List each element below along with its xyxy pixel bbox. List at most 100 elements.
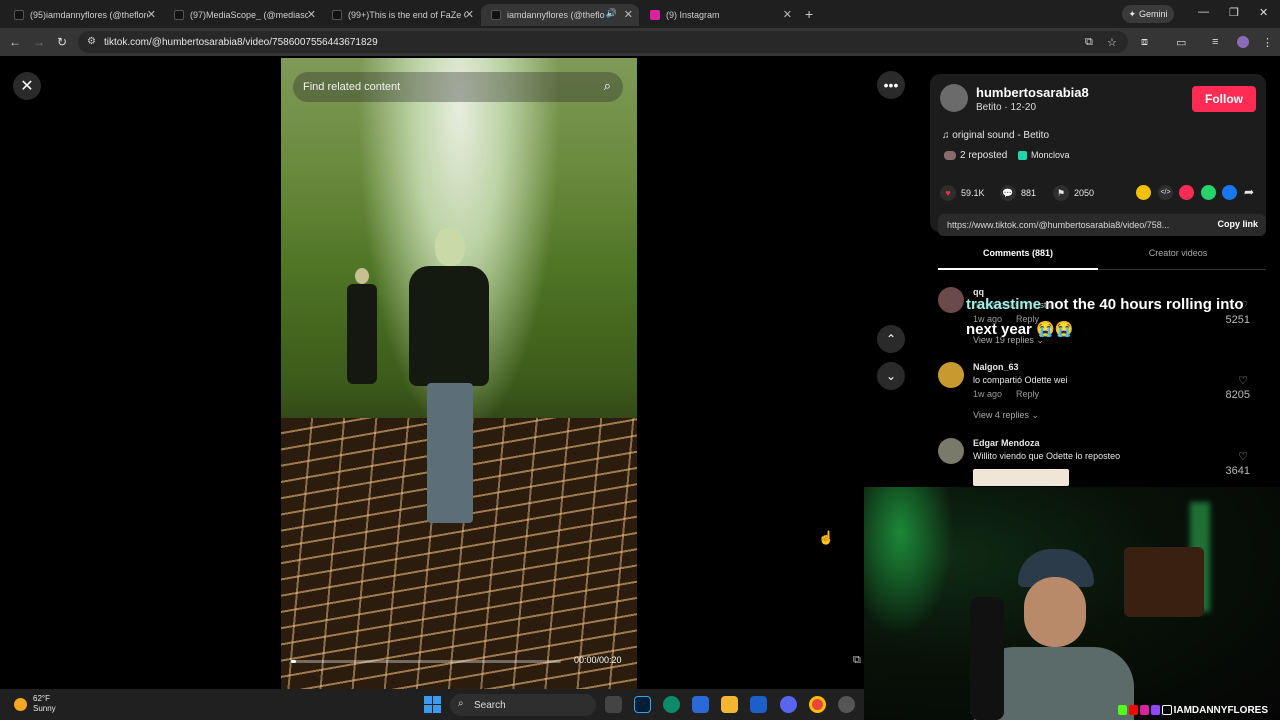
media-icon[interactable]: ≡: [1212, 36, 1218, 48]
commenter-avatar[interactable]: [938, 438, 964, 464]
close-tab-icon[interactable]: ✕: [465, 8, 474, 21]
location-tag[interactable]: Monclova: [1018, 150, 1070, 160]
copy-link-button[interactable]: Copy link: [1217, 219, 1258, 229]
heart-outline-icon[interactable]: ♡: [1238, 374, 1248, 387]
find-related-search[interactable]: Find related content ⌕: [293, 72, 623, 102]
browser-tab-active[interactable]: iamdannyflores (@theflore 🔊 ✕: [481, 4, 639, 26]
browser-tab[interactable]: (99+)This is the end of FaZe Cla ✕: [322, 4, 480, 26]
bookmark-star-icon[interactable]: ☆: [1107, 36, 1117, 49]
browser-tab[interactable]: (9) Instagram ✕: [640, 4, 798, 26]
share-arrow-icon[interactable]: ➦: [1244, 185, 1254, 199]
address-bar[interactable]: ⚙ tiktok.com/@humbertosarabia8/video/758…: [78, 31, 1128, 53]
video-progress-fill: [291, 660, 297, 663]
menu-icon[interactable]: ⋮: [1262, 36, 1273, 49]
sparkle-icon: ✦: [1128, 8, 1137, 19]
heart-outline-icon[interactable]: ♡: [1238, 450, 1248, 463]
next-video-button[interactable]: ⌄: [877, 362, 905, 390]
outlook-icon[interactable]: [750, 696, 767, 713]
like-button[interactable]: ♥ 59.1K: [940, 185, 985, 201]
reposted-info[interactable]: 2 reposted: [944, 150, 1007, 161]
edge-icon[interactable]: [663, 696, 680, 713]
close-video-button[interactable]: ✕: [13, 72, 41, 100]
picture-in-picture-icon[interactable]: ⧉: [853, 654, 861, 667]
install-icon[interactable]: ⧉: [1085, 36, 1093, 49]
close-tab-icon[interactable]: ✕: [783, 8, 792, 21]
close-tab-icon[interactable]: ✕: [147, 8, 156, 21]
search-icon: ⌕: [458, 698, 464, 709]
app-icon[interactable]: [838, 696, 855, 713]
minimize-button[interactable]: —: [1198, 6, 1209, 18]
commenter-avatar[interactable]: [938, 362, 964, 388]
close-window-button[interactable]: ✕: [1259, 6, 1268, 19]
engagement-stats: ♥ 59.1K 💬 881 ⚑ 2050 </> ➦: [938, 182, 1268, 204]
discord-icon[interactable]: [780, 696, 797, 713]
back-icon[interactable]: ←: [9, 35, 21, 49]
close-tab-icon[interactable]: ✕: [307, 8, 316, 21]
comment-tabs: Comments (881) Creator videos: [938, 248, 1266, 270]
repost-avatars: [944, 151, 956, 160]
browser-toolbar: ← → ↻ ⚙ tiktok.com/@humbertosarabia8/vid…: [0, 28, 1280, 56]
sun-icon: [14, 697, 27, 711]
tiktok-icon: [174, 10, 184, 20]
tiktok-icon: [491, 10, 501, 20]
comment-attached-image[interactable]: [973, 469, 1069, 486]
browser-tab[interactable]: (97)MediaScope_ (@mediascop ✕: [164, 4, 322, 26]
file-explorer-icon[interactable]: [721, 696, 738, 713]
streamer-handle: IAMDANNYFLORES: [1118, 703, 1268, 717]
restore-button[interactable]: ❐: [1229, 6, 1239, 19]
reply-button[interactable]: Reply: [1016, 389, 1039, 399]
ellipsis-icon: •••: [883, 77, 899, 93]
video-progress-bar[interactable]: [291, 660, 561, 663]
more-options-button[interactable]: •••: [877, 71, 905, 99]
close-tab-icon[interactable]: ✕: [624, 8, 633, 21]
browser-tab[interactable]: (95)iamdannyflores (@theflores ✕: [4, 4, 162, 26]
video-link-box[interactable]: https://www.tiktok.com/@humbertosarabia8…: [938, 214, 1266, 236]
start-button[interactable]: [424, 696, 441, 713]
follow-button[interactable]: Follow: [1192, 86, 1256, 112]
facebook-icon[interactable]: [1222, 185, 1237, 200]
gemini-button[interactable]: ✦ Gemini: [1122, 5, 1174, 23]
chrome-icon[interactable]: [809, 696, 826, 713]
commenter-avatar[interactable]: [938, 287, 964, 313]
location-pin-icon: [1018, 150, 1027, 160]
embed-code-icon[interactable]: </>: [1158, 185, 1173, 200]
streamer-webcam: [864, 487, 1280, 720]
previous-video-button[interactable]: ⌃: [877, 325, 905, 353]
profile-avatar[interactable]: [1237, 36, 1249, 48]
tab-comments[interactable]: Comments (881): [938, 248, 1098, 270]
new-tab-button[interactable]: +: [805, 6, 813, 22]
kick-icon: [1118, 705, 1128, 715]
forward-icon[interactable]: →: [33, 35, 45, 49]
search-icon[interactable]: ⌕: [604, 78, 611, 94]
author-avatar[interactable]: [940, 84, 968, 112]
sound-link[interactable]: ♫ original sound - Betito: [942, 130, 1049, 141]
task-view-icon[interactable]: [605, 696, 622, 713]
share-coin-icon[interactable]: [1136, 185, 1151, 200]
sidebar-icon[interactable]: ▭: [1176, 36, 1186, 49]
view-replies-button[interactable]: View 4 replies ⌄: [973, 410, 1039, 421]
photoshop-icon[interactable]: [634, 696, 651, 713]
tiktok-icon: [1162, 705, 1172, 715]
video-player[interactable]: Find related content ⌕ 00:00/00:20: [281, 58, 637, 689]
store-icon[interactable]: [692, 696, 709, 713]
speaker-icon[interactable]: 🔊: [606, 8, 617, 19]
extensions-icon[interactable]: ⧈: [1141, 36, 1148, 49]
tab-creator-videos[interactable]: Creator videos: [1098, 248, 1258, 270]
send-icon[interactable]: [1179, 185, 1194, 200]
bookmark-icon: ⚑: [1053, 185, 1069, 201]
heart-icon: ♥: [940, 185, 956, 201]
music-note-icon: ♫: [942, 130, 950, 141]
chevron-down-icon: ⌄: [885, 369, 897, 383]
reload-icon[interactable]: ↻: [57, 35, 67, 49]
author-username[interactable]: humbertosarabia8: [976, 85, 1089, 100]
whatsapp-icon[interactable]: [1201, 185, 1216, 200]
site-info-icon[interactable]: ⚙: [87, 36, 96, 47]
save-button[interactable]: ⚑ 2050: [1053, 185, 1094, 201]
weather-widget[interactable]: 62°F Sunny: [14, 694, 56, 714]
author-panel: humbertosarabia8 Betito · 12-20 Follow ♫…: [930, 74, 1266, 232]
mouse-cursor-icon: ☝: [818, 530, 835, 545]
twitch-icon: [1151, 705, 1161, 715]
comment-button[interactable]: 💬 881: [1000, 185, 1036, 201]
taskbar-search[interactable]: ⌕ Search: [450, 694, 596, 716]
video-frame-waiter: [345, 268, 379, 386]
